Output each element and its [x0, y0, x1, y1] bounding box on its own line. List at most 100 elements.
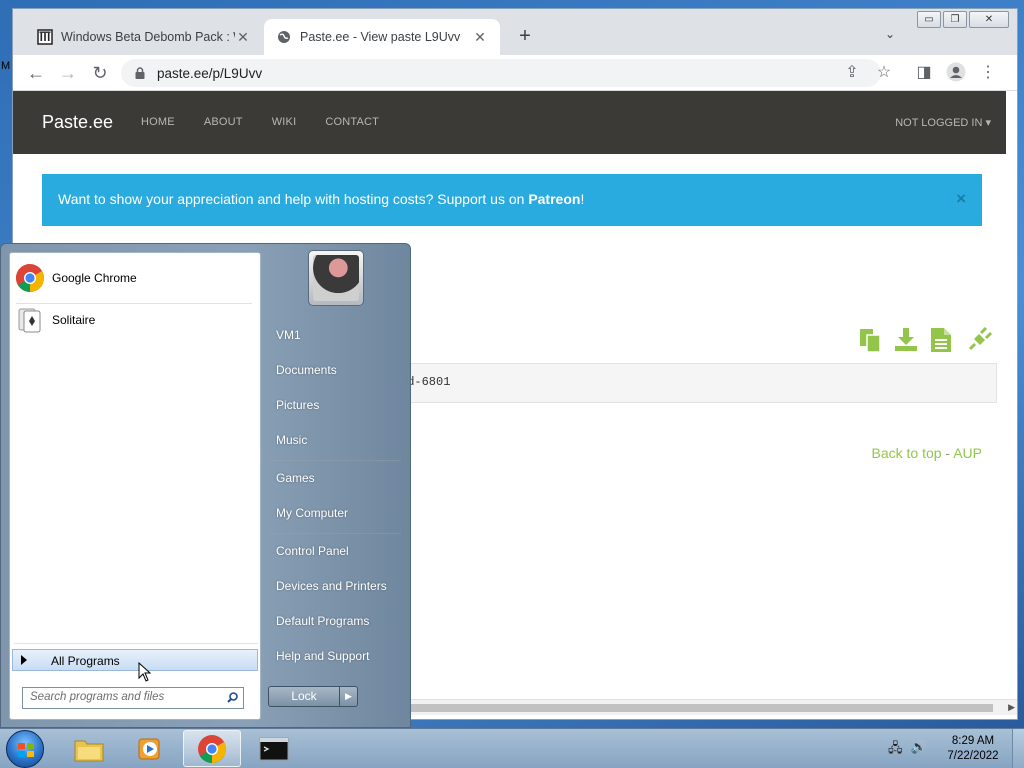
aup-link[interactable]: AUP	[953, 445, 982, 461]
footer-separator: -	[941, 445, 954, 461]
raw-document-icon[interactable]	[930, 327, 954, 352]
windows-logo-icon	[18, 743, 34, 757]
chrome-icon	[14, 262, 46, 294]
lock-button[interactable]: Lock	[268, 686, 340, 707]
paste-code-box: ed-6801	[313, 363, 997, 403]
login-label: NOT LOGGED IN	[895, 117, 983, 129]
minimize-icon[interactable]: ▭	[917, 11, 941, 28]
program-google-chrome[interactable]: Google Chrome	[14, 259, 256, 297]
tab-close-icon[interactable]: ✕	[235, 29, 251, 46]
side-panel-icon[interactable]: ◨	[913, 62, 935, 84]
start-item-music[interactable]: Music	[276, 433, 307, 447]
alert-text: Want to show your appreciation and help …	[58, 191, 529, 207]
bookmark-star-icon[interactable]: ☆	[873, 62, 895, 84]
start-button[interactable]	[6, 730, 44, 768]
profile-icon[interactable]	[945, 62, 967, 89]
start-item-help-support[interactable]: Help and Support	[276, 649, 369, 663]
taskbar-cmd[interactable]	[245, 730, 303, 767]
taskbar-chrome[interactable]	[183, 730, 241, 767]
scrollbar-thumb[interactable]	[408, 704, 993, 712]
start-item-my-computer[interactable]: My Computer	[276, 506, 348, 520]
search-placeholder: Search programs and files	[30, 691, 165, 703]
start-item-default-programs[interactable]: Default Programs	[276, 614, 369, 628]
right-divider	[269, 533, 401, 534]
search-icon[interactable]	[227, 692, 238, 703]
chrome-icon	[198, 734, 226, 763]
tab-strip: Windows Beta Debomb Pack : W ✕ Paste.ee …	[13, 9, 1017, 55]
tab-title: Windows Beta Debomb Pack : W	[61, 30, 235, 44]
desktop-edge-text: M	[1, 60, 11, 72]
taskbar-media-player[interactable]	[121, 730, 179, 767]
start-item-vm1[interactable]: VM1	[276, 328, 301, 342]
nav-about[interactable]: ABOUT	[204, 116, 243, 128]
back-to-top-link[interactable]: Back to top	[871, 445, 941, 461]
all-programs-label: All Programs	[51, 654, 120, 668]
tab-close-icon[interactable]: ✕	[472, 29, 488, 46]
copy-clipboard-icon[interactable]	[858, 327, 882, 353]
right-divider	[269, 460, 401, 461]
start-left-pane: Google Chrome Solitaire All Programs Sea…	[9, 252, 261, 720]
site-brand[interactable]: Paste.ee	[42, 112, 113, 133]
expand-arrow-icon	[21, 655, 27, 665]
command-prompt-icon	[259, 737, 289, 760]
plug-icon[interactable]	[966, 326, 993, 351]
patreon-link[interactable]: Patreon	[528, 191, 580, 207]
taskbar-explorer[interactable]	[60, 730, 118, 767]
site-nav: HOME ABOUT WIKI CONTACT	[141, 116, 408, 128]
clock-time: 8:29 AM	[951, 735, 995, 747]
network-icon[interactable]: 🖧	[888, 739, 903, 761]
user-avatar[interactable]	[308, 250, 364, 306]
start-search-input[interactable]: Search programs and files	[22, 687, 244, 709]
url-text: paste.ee/p/L9Uvv	[157, 65, 263, 81]
media-player-icon	[138, 738, 160, 759]
archive-favicon-icon	[37, 29, 53, 45]
globe-favicon-icon	[276, 29, 292, 45]
page-footer: Back to top - AUP	[871, 445, 982, 461]
start-item-pictures[interactable]: Pictures	[276, 398, 319, 412]
scroll-right-icon[interactable]: ▶	[1008, 702, 1015, 713]
turntable-avatar-image	[313, 255, 359, 301]
folder-icon	[74, 740, 104, 761]
start-right-pane: VM1 Documents Pictures Music Games My Co…	[263, 244, 411, 729]
tab-paste[interactable]: Paste.ee - View paste L9Uvv ✕	[264, 19, 500, 55]
nav-contact[interactable]: CONTACT	[325, 116, 379, 128]
clock-date: 7/22/2022	[947, 750, 999, 762]
new-tab-icon[interactable]: +	[513, 26, 537, 46]
patreon-alert: Want to show your appreciation and help …	[42, 174, 982, 226]
alert-end: !	[580, 191, 585, 207]
share-icon[interactable]: ⇪	[841, 62, 863, 84]
mouse-cursor-icon	[138, 662, 152, 682]
login-dropdown[interactable]: NOT LOGGED IN ▾	[895, 116, 991, 129]
show-desktop-button[interactable]	[1012, 729, 1024, 768]
start-item-control-panel[interactable]: Control Panel	[276, 544, 349, 558]
shutdown-options-arrow-icon[interactable]: ▶	[340, 686, 358, 707]
all-programs-divider	[14, 643, 258, 644]
start-item-devices-printers[interactable]: Devices and Printers	[276, 579, 387, 593]
restore-icon[interactable]: ❐	[943, 11, 967, 28]
program-solitaire[interactable]: Solitaire	[14, 301, 256, 339]
back-icon[interactable]: ←	[25, 62, 47, 84]
all-programs-button[interactable]: All Programs	[12, 649, 258, 671]
forward-icon[interactable]: →	[57, 62, 79, 84]
solitaire-cards-icon	[14, 304, 46, 336]
clock[interactable]: 8:29 AM 7/22/2022	[938, 734, 1008, 764]
volume-icon[interactable]: 🔊	[911, 739, 927, 761]
nav-home[interactable]: HOME	[141, 116, 175, 128]
alert-close-icon[interactable]: ×	[956, 189, 966, 209]
start-item-games[interactable]: Games	[276, 471, 315, 485]
nav-wiki[interactable]: WIKI	[272, 116, 297, 128]
tab-windows-beta[interactable]: Windows Beta Debomb Pack : W ✕	[25, 19, 263, 55]
reload-icon[interactable]: ↻	[89, 62, 111, 84]
tab-title: Paste.ee - View paste L9Uvv	[300, 30, 461, 44]
taskbar: 🖧 🔊 8:29 AM 7/22/2022	[0, 728, 1024, 768]
lock-icon	[135, 67, 145, 79]
download-icon[interactable]	[894, 327, 918, 351]
address-bar[interactable]: paste.ee/p/L9Uvv	[121, 59, 881, 87]
window-controls: ▭ ❐ ✕	[917, 11, 1009, 28]
menu-kebab-icon[interactable]: ⋮	[977, 62, 999, 84]
close-window-icon[interactable]: ✕	[969, 11, 1009, 28]
program-label: Solitaire	[52, 313, 96, 327]
paste-actions	[858, 326, 993, 353]
start-item-documents[interactable]: Documents	[276, 363, 337, 377]
tab-search-chevron-icon[interactable]: ⌄	[885, 27, 895, 41]
